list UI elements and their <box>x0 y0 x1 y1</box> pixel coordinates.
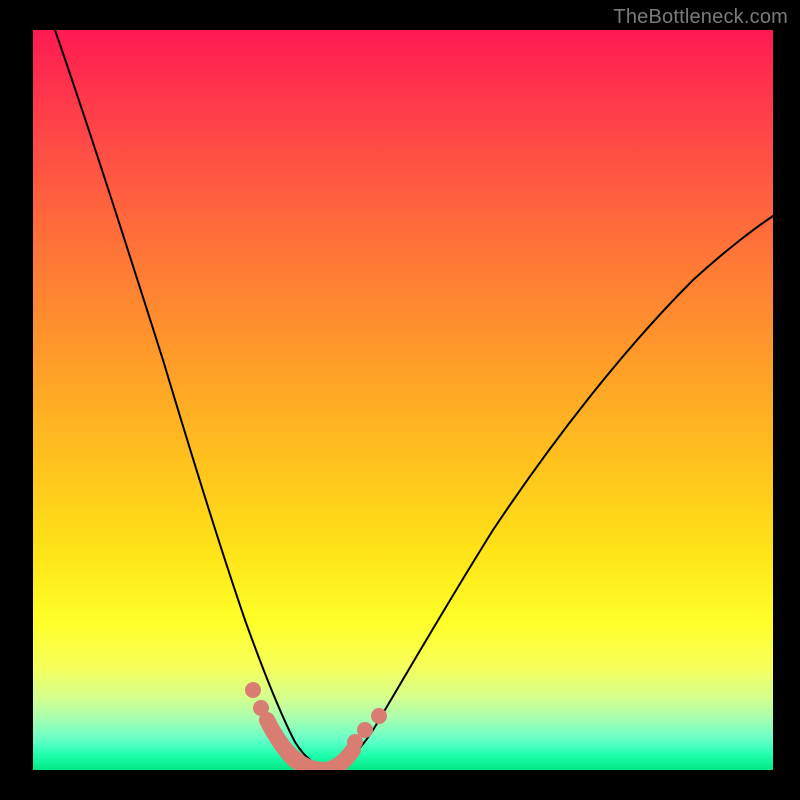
chart-svg <box>33 30 773 770</box>
curve-marker <box>357 722 373 738</box>
curve-marker <box>253 700 269 716</box>
valley-highlight-stroke <box>267 720 353 770</box>
plot-area <box>33 30 773 770</box>
chart-frame: TheBottleneck.com <box>0 0 800 800</box>
bottleneck-curve <box>55 30 773 766</box>
watermark-text: TheBottleneck.com <box>613 6 788 29</box>
curve-marker <box>245 682 261 698</box>
curve-marker <box>371 708 387 724</box>
